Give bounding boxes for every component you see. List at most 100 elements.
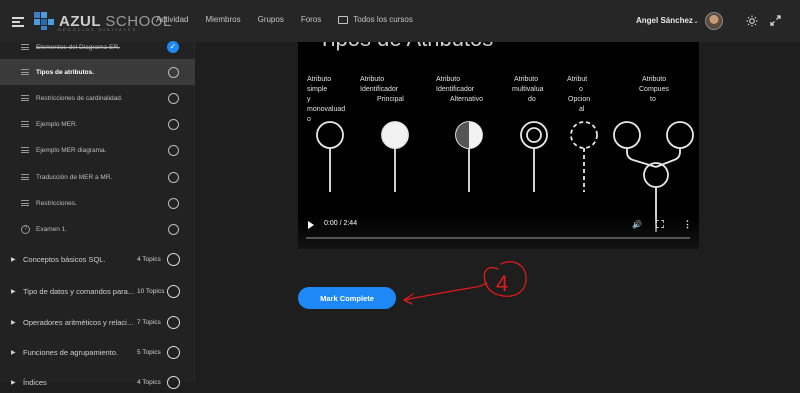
lesson-label: Ejemplo MER. bbox=[36, 120, 78, 128]
attr-label-line: Compues bbox=[639, 86, 669, 93]
caret-right-icon[interactable]: ▶ bbox=[11, 319, 16, 326]
lesson-item[interactable]: Ejemplo MER. bbox=[0, 111, 195, 137]
incomplete-circle-icon[interactable] bbox=[168, 223, 179, 235]
lesson-label: Ejemplo MER diagrama. bbox=[36, 146, 107, 154]
video-time: 0:00 / 2:44 bbox=[324, 220, 358, 227]
lines-icon bbox=[21, 174, 29, 180]
attr-label-line: Identificador bbox=[360, 86, 399, 93]
user-name[interactable]: Angel Sánchez bbox=[636, 16, 693, 25]
check-icon[interactable]: ✓ bbox=[167, 41, 179, 53]
topic-item[interactable]: ▶ Operadores aritméticos y relacio... 7 … bbox=[0, 311, 195, 333]
topic-count: 7 Topics bbox=[137, 318, 161, 326]
caret-right-icon[interactable]: ▶ bbox=[11, 288, 16, 295]
incomplete-circle-icon[interactable] bbox=[167, 315, 180, 329]
avatar[interactable] bbox=[705, 12, 723, 30]
lesson-item[interactable]: Traducción de MER a MR. bbox=[0, 164, 195, 190]
topic-label: Funciones de agrupamiento. bbox=[23, 347, 119, 357]
annotation-circle bbox=[483, 261, 527, 297]
incomplete-circle-icon[interactable] bbox=[168, 171, 179, 183]
logo-mark-icon bbox=[34, 12, 54, 30]
topic-count: 4 Topics bbox=[137, 255, 161, 263]
lines-icon bbox=[21, 147, 29, 153]
lesson-label: Restricciones. bbox=[36, 199, 77, 207]
lines-icon bbox=[21, 95, 29, 101]
lesson-item[interactable]: ? Examen 1. bbox=[0, 216, 195, 242]
lesson-label: Examen 1. bbox=[36, 225, 68, 233]
incomplete-circle-icon[interactable] bbox=[167, 284, 180, 298]
attr-label-line: al bbox=[579, 106, 585, 113]
annotation-number: 4 bbox=[496, 271, 508, 296]
nav-foros[interactable]: Foros bbox=[301, 15, 321, 24]
attr-label-line: o bbox=[307, 116, 311, 123]
hamburger-icon[interactable] bbox=[12, 17, 24, 27]
lines-icon bbox=[21, 200, 29, 206]
attr-label-line: to bbox=[650, 96, 656, 103]
lesson-item[interactable]: Restricciones. bbox=[0, 190, 195, 216]
topic-label: Índices bbox=[23, 377, 47, 387]
attr-label-line: o bbox=[579, 86, 583, 93]
attr-label-line: Principal bbox=[377, 96, 404, 103]
sun-icon[interactable] bbox=[746, 15, 758, 27]
attr-label-line: multivalua bbox=[512, 86, 544, 93]
topic-label: Tipo de datos y comandos para... bbox=[23, 286, 135, 296]
incomplete-circle-icon[interactable] bbox=[167, 252, 180, 266]
nav-actividad[interactable]: Actividad bbox=[156, 15, 188, 24]
topic-count: 10 Topics bbox=[137, 287, 165, 295]
attr-label-line: Atributo bbox=[436, 76, 460, 83]
nav-todos-los-cursos-label: Todos los cursos bbox=[353, 15, 413, 24]
simple-attribute-symbol bbox=[316, 121, 344, 149]
attr-label-line: Identificador bbox=[436, 86, 475, 93]
expand-icon[interactable] bbox=[770, 15, 781, 26]
caret-right-icon[interactable]: ▶ bbox=[11, 379, 16, 386]
attr-label-line: Atributo bbox=[360, 76, 384, 83]
fullscreen-icon[interactable] bbox=[656, 220, 664, 228]
lesson-item-active[interactable]: Tipos de atributos. bbox=[0, 59, 195, 85]
incomplete-circle-icon[interactable] bbox=[168, 197, 179, 209]
topic-item[interactable]: ▶ Tipo de datos y comandos para... 10 To… bbox=[0, 280, 195, 302]
nav-todos-los-cursos[interactable]: Todos los cursos bbox=[338, 15, 413, 24]
volume-icon[interactable]: 🔊 bbox=[632, 220, 642, 229]
chevron-down-icon[interactable]: ⌄ bbox=[693, 17, 699, 25]
slide-title: Tipos de Atributos bbox=[318, 42, 493, 51]
attr-label-line: Atribut bbox=[567, 76, 587, 83]
lesson-label: Tipos de atributos. bbox=[36, 68, 95, 76]
caret-right-icon[interactable]: ▶ bbox=[11, 256, 16, 263]
lesson-item[interactable]: Elementos del Diagrama ER. ✓ bbox=[0, 34, 195, 60]
nav-grupos[interactable]: Grupos bbox=[258, 15, 284, 24]
nav-miembros[interactable]: Miembros bbox=[205, 15, 240, 24]
lesson-item[interactable]: Restricciones de cardinalidad. bbox=[0, 85, 195, 111]
topic-count: 5 Topics bbox=[137, 348, 161, 356]
incomplete-circle-icon[interactable] bbox=[167, 375, 180, 389]
mark-complete-button[interactable]: Mark Complete bbox=[298, 287, 396, 309]
play-icon[interactable] bbox=[308, 221, 314, 229]
lines-icon bbox=[21, 44, 29, 50]
attr-label-line: Atributo bbox=[514, 76, 538, 83]
incomplete-circle-icon[interactable] bbox=[167, 345, 180, 359]
incomplete-circle-icon[interactable] bbox=[168, 144, 179, 156]
topic-label: Operadores aritméticos y relacio... bbox=[23, 317, 135, 327]
topic-item[interactable]: ▶ Índices 4 Topics bbox=[0, 371, 195, 393]
topic-item[interactable]: ▶ Conceptos básicos SQL. 4 Topics bbox=[0, 248, 195, 270]
incomplete-circle-icon[interactable] bbox=[168, 92, 179, 104]
attr-label-line: monovaluad bbox=[307, 106, 345, 113]
topic-count: 4 Topics bbox=[137, 378, 161, 386]
caret-right-icon[interactable]: ▶ bbox=[11, 349, 16, 356]
lines-icon bbox=[21, 121, 29, 127]
video-progress-bar[interactable] bbox=[306, 237, 690, 239]
attr-label-line: do bbox=[528, 96, 536, 103]
composite-symbol bbox=[613, 121, 641, 149]
lesson-item[interactable]: Ejemplo MER diagrama. bbox=[0, 137, 195, 163]
attr-label-line: Atributo bbox=[307, 76, 331, 83]
topic-item[interactable]: ▶ Funciones de agrupamiento. 5 Topics bbox=[0, 341, 195, 363]
annotation-arrow bbox=[403, 282, 488, 301]
video-controls: 0:00 / 2:44 🔊 ⋮ bbox=[298, 215, 699, 249]
lines-icon bbox=[21, 69, 29, 75]
incomplete-circle-icon[interactable] bbox=[168, 118, 179, 130]
lesson-label: Elementos del Diagrama ER. bbox=[36, 43, 120, 51]
more-options-icon[interactable]: ⋮ bbox=[683, 219, 692, 230]
optional-symbol bbox=[570, 121, 598, 149]
incomplete-circle-icon[interactable] bbox=[168, 66, 179, 78]
attr-label-line: y bbox=[307, 96, 311, 103]
lesson-label: Restricciones de cardinalidad. bbox=[36, 94, 123, 102]
attr-label-line: Opcion bbox=[568, 96, 590, 103]
